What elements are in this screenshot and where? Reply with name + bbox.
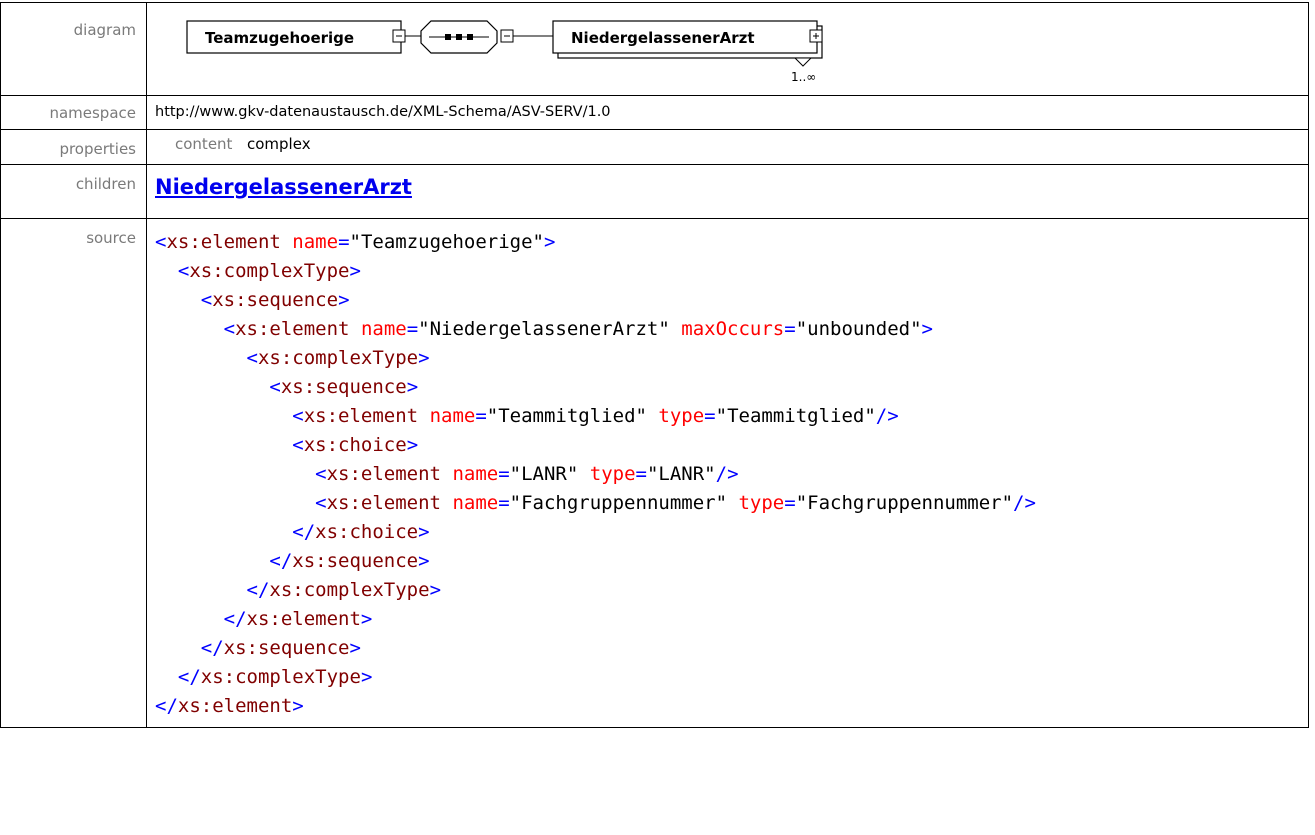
collapse-icon[interactable] bbox=[392, 29, 406, 43]
source-line: </xs:sequence> bbox=[269, 550, 430, 572]
source-line: <xs:complexType> bbox=[177, 260, 361, 282]
source-line: <xs:element name="Fachgruppennummer" typ… bbox=[315, 492, 1036, 514]
source-label: source bbox=[0, 218, 147, 728]
source-row: source <xs:element name="Teamzugehoerige… bbox=[0, 218, 1309, 728]
source-cell: <xs:element name="Teamzugehoerige"> <xs:… bbox=[146, 218, 1309, 728]
namespace-row: namespace http://www.gkv-datenaustausch.… bbox=[0, 95, 1309, 130]
schema-diagram: Teamzugehoerige NiedergelassenerArzt 1..… bbox=[186, 20, 823, 84]
diagram-row: diagram Teamzugehoerige Niedergelassener… bbox=[0, 2, 1309, 96]
child-element-name: NiedergelassenerArzt bbox=[571, 29, 755, 47]
properties-key: content bbox=[175, 135, 233, 153]
source-line: </xs:complexType> bbox=[177, 666, 373, 688]
source-line: <xs:sequence> bbox=[200, 289, 350, 311]
properties-row: properties content complex bbox=[0, 129, 1309, 165]
source-line: <xs:sequence> bbox=[269, 376, 419, 398]
source-code-block: <xs:element name="Teamzugehoerige"> <xs:… bbox=[155, 219, 1308, 727]
properties-label: properties bbox=[0, 129, 147, 165]
namespace-cell: http://www.gkv-datenaustausch.de/XML-Sch… bbox=[146, 95, 1309, 130]
diagram-label: diagram bbox=[0, 2, 147, 96]
source-line: <xs:complexType> bbox=[246, 347, 430, 369]
source-line: <xs:element name="Teamzugehoerige"> bbox=[155, 231, 556, 253]
root-element-name: Teamzugehoerige bbox=[205, 29, 354, 47]
namespace-label: namespace bbox=[0, 95, 147, 130]
sequence-compositor-icon bbox=[420, 20, 498, 54]
child-element-node[interactable]: NiedergelassenerArzt bbox=[552, 20, 823, 67]
source-line: <xs:choice> bbox=[292, 434, 419, 456]
source-line: </xs:choice> bbox=[292, 521, 430, 543]
children-label: children bbox=[0, 164, 147, 219]
root-element-node[interactable]: Teamzugehoerige bbox=[186, 20, 402, 54]
source-line: </xs:element> bbox=[223, 608, 373, 630]
sequence-collapse-icon[interactable] bbox=[500, 29, 514, 43]
source-line: </xs:element> bbox=[155, 695, 304, 717]
expand-icon[interactable] bbox=[809, 29, 823, 43]
element-doc-table: diagram Teamzugehoerige Niedergelassener… bbox=[0, 2, 1309, 728]
child-link-niedergelassenerarzt[interactable]: NiedergelassenerArzt bbox=[155, 175, 412, 199]
source-line: </xs:sequence> bbox=[200, 637, 361, 659]
source-line: <xs:element name="NiedergelassenerArzt" … bbox=[223, 318, 933, 340]
source-line: <xs:element name="Teammitglied" type="Te… bbox=[292, 405, 899, 427]
diagram-cell: Teamzugehoerige NiedergelassenerArzt 1..… bbox=[146, 2, 1309, 96]
properties-cell: content complex bbox=[146, 129, 1309, 165]
source-line: </xs:complexType> bbox=[246, 579, 442, 601]
source-line: <xs:element name="LANR" type="LANR"/> bbox=[315, 463, 739, 485]
cardinality-label: 1..∞ bbox=[791, 70, 816, 84]
children-row: children NiedergelassenerArzt bbox=[0, 164, 1309, 219]
children-cell: NiedergelassenerArzt bbox=[146, 164, 1309, 219]
namespace-value: http://www.gkv-datenaustausch.de/XML-Sch… bbox=[155, 104, 611, 120]
properties-value: complex bbox=[247, 135, 311, 153]
